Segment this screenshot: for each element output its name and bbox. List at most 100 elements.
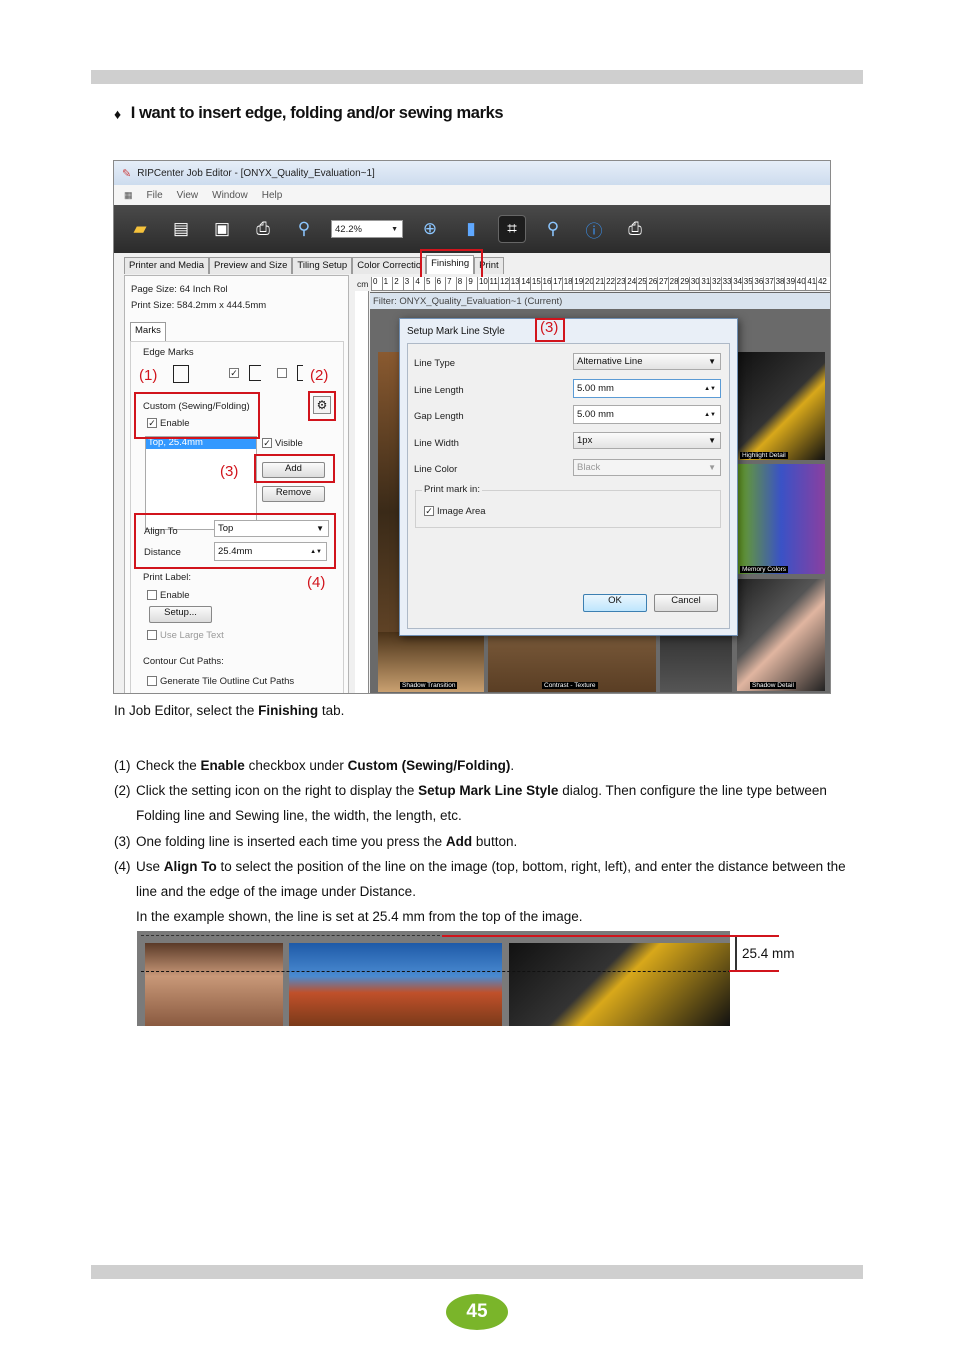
page-size-text: Page Size: 64 Inch Rol [131,284,228,295]
print-label-enable-checkbox[interactable]: Enable [147,590,190,601]
app-icon: ✎ [122,167,132,180]
finishing-panel: Page Size: 64 Inch Rol Print Size: 584.2… [124,275,349,693]
preview-icon[interactable]: ▮ [457,215,485,243]
callout-2: (2) [310,367,329,384]
line-color-label: Line Color [414,464,458,475]
info-icon[interactable]: ⓘ [580,215,608,243]
chevron-down-icon: ▼ [708,436,716,445]
visible-checkbox[interactable]: ✓ Visible [262,438,303,449]
edge-mark-right-icon [297,365,303,381]
menu-app-icon: ▦ [124,189,133,200]
edge-mark-right-checkbox[interactable] [277,368,290,379]
save-icon[interactable]: ▣ [208,215,236,243]
ruler-unit: cm [357,279,369,289]
step-2: (2) Click the setting icon on the right … [114,783,827,824]
example-note: In the example shown, the line is set at… [136,909,583,925]
photo-woman-face [145,943,283,1026]
document-check-icon[interactable]: ▤ [167,215,195,243]
image-area-checkbox[interactable]: ✓ Image Area [424,506,486,517]
tab-preview-size[interactable]: Preview and Size [208,257,293,274]
print-settings-icon[interactable]: ⎙ [621,215,649,243]
custom-enable-highlight [134,392,260,439]
photo-arch-rocks [289,943,502,1026]
tab-color-correction[interactable]: Color Correctio [352,257,427,274]
spinner-icon[interactable]: ▲▼ [704,412,716,418]
diamond-bullet-icon: ♦ [114,105,121,122]
left-ruler [355,291,369,693]
add-highlight [254,454,335,483]
caption: In Job Editor, select the Finishing tab. [114,703,345,718]
footer-bar [91,1265,863,1279]
heading-text: I want to insert edge, folding and/or se… [130,104,504,122]
align-distance-highlight [134,513,336,569]
menu-bar: ▦ File View Window Help [114,185,830,205]
step-3: (3) One folding line is inserted each ti… [114,833,518,849]
cancel-button[interactable]: Cancel [654,594,718,612]
zoom-in-icon[interactable]: ⊕ [416,215,444,243]
chevron-down-icon: ▼ [708,463,716,472]
dialog-title: Setup Mark Line Style [407,325,505,337]
print-label-label: Print Label: [143,572,192,583]
line-color-select[interactable]: Black ▼ [573,459,721,476]
spinner-icon[interactable]: ▲▼ [704,386,716,392]
generate-tile-checkbox[interactable]: Generate Tile Outline Cut Paths [147,676,294,687]
use-large-text-checkbox[interactable]: Use Large Text [147,630,224,641]
menu-view[interactable]: View [177,190,199,201]
line-width-select[interactable]: 1px ▼ [573,432,721,449]
ok-button[interactable]: OK [583,594,647,612]
step-1: (1) Check the Enable checkbox under Cust… [114,758,515,773]
printer-icon[interactable]: ⎙ [249,215,277,243]
measure-label: 25.4 mm [742,946,795,961]
line-type-select[interactable]: Alternative Line ▼ [573,353,721,370]
print-size-text: Print Size: 584.2mm x 444.5mm [131,300,267,311]
edge-mark-left-checkbox[interactable]: ✓ [229,368,242,379]
chevron-down-icon: ▼ [708,357,716,366]
tab-marks[interactable]: Marks [130,322,166,341]
photo-label-memory-colors: Memory Colors [740,566,789,573]
menu-window[interactable]: Window [212,190,248,201]
zoom-out-icon[interactable]: ⚲ [539,215,567,243]
filter-bar: Filter: ONYX_Quality_Evaluation~1 (Curre… [370,293,830,309]
crop-icon[interactable]: ⌗ [498,215,526,243]
toolbar: ▰ ▤ ▣ ⎙ ⚲ 42.2% ▼ ⊕ ▮ ⌗ ⚲ ⓘ ⎙ [114,205,830,253]
tab-printer-media[interactable]: Printer and Media [124,257,209,274]
line-length-input[interactable]: 5.00 mm ▲▼ [573,379,721,398]
contour-label: Contour Cut Paths: [143,656,224,667]
photo-label-contrast-texture: Contrast - Texture [542,682,598,689]
gap-length-input[interactable]: 5.00 mm ▲▼ [573,405,721,424]
print-mark-in-label: Print mark in: [422,484,482,495]
label-setup-button[interactable]: Setup... [149,606,212,623]
zoom-select[interactable]: 42.2% ▼ [331,220,403,238]
edge-mark-all-icon[interactable] [173,365,189,383]
job-editor-screenshot: ✎ RIPCenter Job Editor - [ONYX_Quality_E… [113,160,831,694]
measure-top-line [442,935,779,937]
photo-car-interior [737,352,825,460]
photo-car-dashboard [509,943,730,1026]
menu-help[interactable]: Help [262,190,283,201]
edge-mark-left-icon [249,365,261,381]
photo-label-shadow-transition: Shadow Transition [400,682,458,689]
step-4: (4) Use Align To to select the position … [114,858,846,900]
setup-mark-line-style-dialog: Setup Mark Line Style Line Type Alternat… [399,318,738,636]
edge-marks-label: Edge Marks [143,347,194,358]
tab-tiling-setup[interactable]: Tiling Setup [292,257,353,274]
photo-dark [660,632,732,692]
steps-list: (1) Check the Enable checkbox under Cust… [114,753,854,929]
gear-highlight [308,391,336,421]
dialog-title-highlight [535,318,565,342]
photo-label-highlight-detail: Highlight Detail [740,452,788,459]
menu-file[interactable]: File [147,190,163,201]
remove-button[interactable]: Remove [262,486,325,502]
example-image-strip [137,931,730,1026]
callout-4: (4) [307,574,326,591]
photo-label-shadow-detail: Shadow Detail [750,682,796,689]
folding-line [141,971,730,972]
window-title: RIPCenter Job Editor - [ONYX_Quality_Eva… [137,167,375,179]
measure-bottom-line [729,970,779,972]
folder-icon[interactable]: ▰ [126,215,154,243]
callout-3: (3) [220,463,239,480]
section-heading: ♦ I want to insert edge, folding and/or … [114,104,504,123]
line-length-label: Line Length [414,385,464,396]
zoom-icon[interactable]: ⚲ [290,215,318,243]
measure-arrow-icon [735,937,737,970]
